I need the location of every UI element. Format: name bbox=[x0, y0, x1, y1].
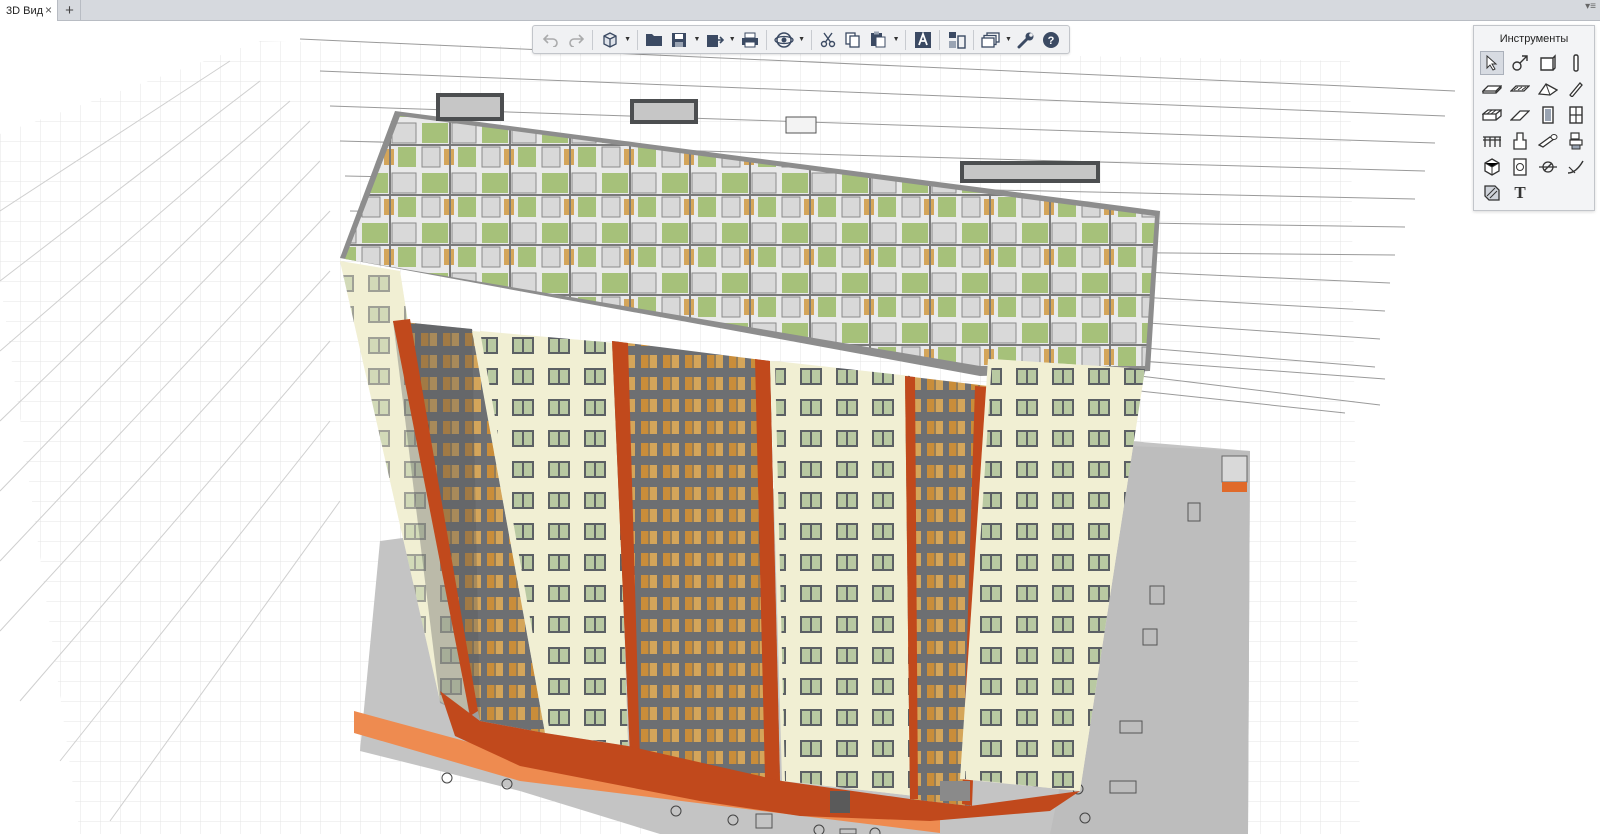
object-icon[interactable] bbox=[1508, 129, 1532, 153]
floor-icon[interactable] bbox=[1508, 77, 1532, 101]
transform-icon[interactable] bbox=[1508, 51, 1532, 75]
section-icon[interactable] bbox=[1536, 155, 1560, 179]
toolbar-separator bbox=[973, 29, 975, 50]
copy-icon[interactable] bbox=[842, 28, 865, 52]
ramp-icon[interactable] bbox=[1508, 103, 1532, 127]
stair-icon[interactable] bbox=[1480, 103, 1504, 127]
tools-panel-title: Инструменты bbox=[1499, 33, 1569, 45]
toolbar-separator bbox=[636, 29, 638, 50]
column-icon[interactable] bbox=[1564, 51, 1588, 75]
svg-text:?: ? bbox=[1048, 35, 1055, 47]
hatch-icon[interactable] bbox=[1480, 181, 1504, 205]
layout-icon[interactable] bbox=[945, 28, 968, 52]
3d-cube-icon[interactable] bbox=[598, 28, 621, 52]
redo-icon[interactable] bbox=[564, 28, 587, 52]
save-dropdown[interactable]: ▼ bbox=[693, 28, 701, 52]
orbit-icon[interactable] bbox=[772, 28, 795, 52]
main-toolbar: ▼ ▼ ▼ ▼ ▼ ▼ ? bbox=[532, 25, 1070, 54]
wall-icon[interactable] bbox=[1536, 51, 1560, 75]
text-icon[interactable]: T bbox=[1508, 181, 1532, 205]
tab-bar: 3D Вид × + ▾≡ bbox=[0, 0, 1600, 21]
3d-scene[interactable] bbox=[0, 21, 1600, 834]
add-tab-button[interactable]: + bbox=[59, 0, 81, 20]
text-tool-glyph: T bbox=[1514, 183, 1526, 202]
settings-wrench-icon[interactable] bbox=[1014, 28, 1037, 52]
3d-viewport[interactable] bbox=[0, 21, 1600, 834]
orbit-dropdown[interactable]: ▼ bbox=[798, 28, 806, 52]
tab-label: 3D Вид bbox=[6, 4, 44, 17]
door-icon[interactable] bbox=[1536, 103, 1560, 127]
paste-icon[interactable] bbox=[867, 28, 890, 52]
tower-model[interactable] bbox=[340, 93, 1160, 821]
export-icon[interactable] bbox=[703, 28, 726, 52]
pipe-icon[interactable] bbox=[1536, 129, 1560, 153]
text-style-icon[interactable] bbox=[911, 28, 934, 52]
window-icon[interactable] bbox=[1564, 103, 1588, 127]
toolbar-separator bbox=[905, 29, 907, 50]
toolbar-separator bbox=[810, 29, 812, 50]
window-menu-icon[interactable]: ▾≡ bbox=[1585, 1, 1596, 12]
annotation-icon[interactable] bbox=[1508, 155, 1532, 179]
dimension-icon[interactable] bbox=[1564, 155, 1588, 179]
roof-icon[interactable] bbox=[1536, 77, 1560, 101]
railing-icon[interactable] bbox=[1480, 129, 1504, 153]
select-arrow-icon[interactable] bbox=[1480, 51, 1504, 75]
toolbar-separator bbox=[939, 29, 941, 50]
layers-icon[interactable] bbox=[979, 28, 1002, 52]
tools-panel: Инструменты T bbox=[1473, 25, 1595, 211]
room-icon[interactable] bbox=[1480, 155, 1504, 179]
folder-open-icon[interactable] bbox=[642, 28, 665, 52]
slab-icon[interactable] bbox=[1480, 77, 1504, 101]
print-icon[interactable] bbox=[738, 28, 761, 52]
help-icon[interactable]: ? bbox=[1040, 28, 1063, 52]
cut-icon[interactable] bbox=[816, 28, 839, 52]
tab-close-icon[interactable]: × bbox=[45, 3, 52, 17]
tab-3d-view[interactable]: 3D Вид × bbox=[0, 0, 58, 21]
3d-view-dropdown[interactable]: ▼ bbox=[624, 28, 632, 52]
undo-icon[interactable] bbox=[539, 28, 562, 52]
save-icon[interactable] bbox=[668, 28, 691, 52]
export-dropdown[interactable]: ▼ bbox=[728, 28, 736, 52]
paste-dropdown[interactable]: ▼ bbox=[892, 28, 900, 52]
layers-dropdown[interactable]: ▼ bbox=[1004, 28, 1012, 52]
equipment-icon[interactable] bbox=[1564, 129, 1588, 153]
toolbar-separator bbox=[592, 29, 594, 50]
beam-icon[interactable] bbox=[1564, 77, 1588, 101]
tools-grid: T bbox=[1480, 51, 1590, 207]
toolbar-separator bbox=[766, 29, 768, 50]
